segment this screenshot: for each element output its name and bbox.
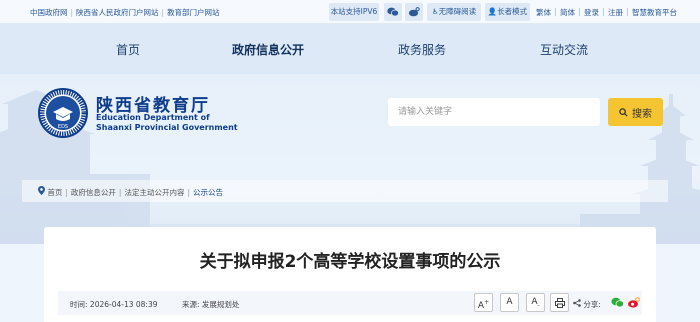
source-value: 发展规划处: [201, 300, 240, 309]
search-input[interactable]: [388, 98, 600, 126]
weibo-icon[interactable]: [405, 3, 423, 21]
elder-icon: 👤: [487, 7, 498, 16]
wechat-icon[interactable]: [384, 3, 402, 21]
divider: |: [65, 188, 68, 197]
education-platform-link[interactable]: 智慧教育平台: [632, 7, 677, 18]
font-medium-label: A: [506, 297, 513, 307]
divider: |: [578, 7, 581, 16]
education-department-logo[interactable]: EDS: [38, 88, 88, 138]
simplified-link[interactable]: 简体: [560, 7, 575, 18]
ipv6-badge: 本站支持IPV6: [329, 3, 379, 21]
divider: |: [602, 7, 605, 16]
plus-icon: +: [484, 299, 490, 306]
share-section: 分享:: [573, 299, 601, 310]
print-icon: [554, 298, 565, 308]
accessible-label: 无障碍阅读: [438, 7, 477, 16]
article-card: 关于拟申报2个高等学校设置事项的公示 时间: 2026-04-13 08:39 …: [44, 227, 656, 322]
share-wechat-icon[interactable]: [611, 297, 624, 310]
share-icon: [573, 299, 583, 309]
font-increase-button[interactable]: A+: [474, 293, 493, 312]
font-reset-button[interactable]: A: [500, 293, 519, 312]
breadcrumb-current[interactable]: 公示公告: [193, 188, 223, 197]
source-label: 来源:: [182, 300, 200, 309]
divider: |: [118, 188, 122, 197]
title-en-line1: Education Department of: [96, 113, 210, 122]
nav-interaction[interactable]: 互动交流: [540, 41, 588, 58]
link-shaanxi[interactable]: 陕西省人民政府门户网站: [76, 8, 159, 17]
accessible-reading-button[interactable]: ♿无障碍阅读: [427, 3, 481, 21]
link-moe[interactable]: 教育部门户网站: [167, 8, 220, 17]
time-value: 2026-04-13 08:39: [89, 300, 158, 309]
elder-mode-button[interactable]: 👤长者模式: [485, 3, 530, 21]
share-label: 分享:: [583, 300, 601, 309]
share-weibo-icon[interactable]: [627, 297, 640, 310]
link-gov[interactable]: 中国政府网: [30, 8, 68, 17]
main-nav: 首页 政府信息公开 政务服务 互动交流: [0, 24, 700, 74]
divider: |: [161, 8, 165, 17]
search-button[interactable]: 搜索: [608, 98, 663, 126]
divider: |: [626, 7, 629, 16]
login-link[interactable]: 登录: [584, 7, 599, 18]
svg-text:EDS: EDS: [58, 124, 68, 130]
breadcrumb-gov-info[interactable]: 政府信息公开: [71, 188, 116, 197]
search-icon: [619, 107, 628, 120]
breadcrumb-home[interactable]: 首页: [47, 188, 62, 197]
nav-home[interactable]: 首页: [116, 41, 140, 58]
article-meta-bar: 时间: 2026-04-13 08:39 来源: 发展规划处 A+ A A- 分…: [58, 291, 642, 315]
nav-services[interactable]: 政务服务: [398, 41, 446, 58]
font-decrease-button[interactable]: A-: [526, 293, 545, 312]
search-button-label: 搜索: [632, 108, 652, 120]
elder-label: 长者模式: [497, 7, 528, 16]
location-icon: [38, 186, 47, 197]
divider: |: [70, 8, 74, 17]
breadcrumb: 首页 | 政府信息公开 | 法定主动公开内容 | 公示公告: [22, 180, 668, 202]
breadcrumb-statutory[interactable]: 法定主动公开内容: [124, 188, 184, 197]
site-header: EDS 陕西省教育厅 Education Department of Shaan…: [0, 74, 700, 244]
nav-gov-info[interactable]: 政府信息公开: [232, 41, 304, 58]
title-en-line2: Shaanxi Provincial Government: [96, 123, 238, 132]
divider: |: [554, 7, 557, 16]
time-label: 时间:: [70, 300, 88, 309]
print-button[interactable]: [550, 293, 569, 312]
accessibility-icon: ♿: [431, 7, 439, 16]
article-title: 关于拟申报2个高等学校设置事项的公示: [199, 252, 501, 272]
divider: |: [187, 188, 190, 197]
source: 来源: 发展规划处: [182, 299, 239, 310]
register-link[interactable]: 注册: [608, 7, 623, 18]
traditional-link[interactable]: 繁体: [536, 7, 551, 18]
publish-time: 时间: 2026-04-13 08:39: [70, 299, 158, 310]
top-links: 中国政府网 | 陕西省人民政府门户网站 | 教育部门户网站: [30, 7, 220, 18]
top-bar: 中国政府网 | 陕西省人民政府门户网站 | 教育部门户网站 本站支持IPV6 ♿无障碍阅…: [0, 0, 700, 24]
minus-icon: -: [537, 301, 540, 309]
site-title-english: Education Department of Shaanxi Provinci…: [96, 113, 238, 133]
